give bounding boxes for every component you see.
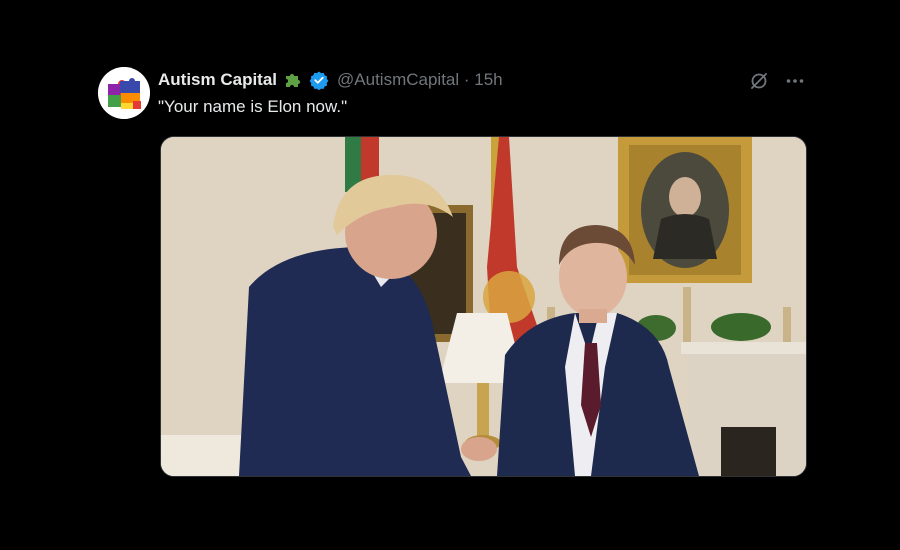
tweet-header: Autism Capital @AutismCapital · 15h xyxy=(158,68,503,92)
more-horizontal-icon[interactable] xyxy=(784,70,806,92)
photo-image xyxy=(161,137,806,476)
verified-check-icon xyxy=(309,70,329,90)
display-name[interactable]: Autism Capital xyxy=(158,70,277,90)
handle-and-timestamp[interactable]: @AutismCapital · 15h xyxy=(337,70,503,90)
tweet-photo[interactable] xyxy=(160,136,807,477)
grok-icon[interactable] xyxy=(748,70,770,92)
puzzle-logo-icon xyxy=(98,67,150,119)
tweet[interactable]: Autism Capital @AutismCapital · 15h "You… xyxy=(0,0,900,550)
tweet-text: "Your name is Elon now." xyxy=(158,97,348,116)
green-puzzle-icon xyxy=(283,70,303,90)
avatar[interactable] xyxy=(98,67,150,119)
tweet-actions xyxy=(748,70,806,92)
